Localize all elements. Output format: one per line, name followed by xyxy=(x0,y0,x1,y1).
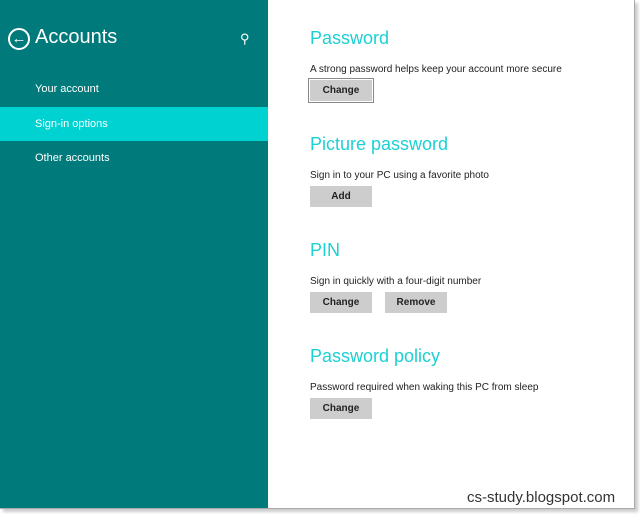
pin-description: Sign in quickly with a four-digit number xyxy=(310,276,482,287)
password-change-button[interactable]: Change xyxy=(308,78,374,103)
search-icon[interactable]: ⚲ xyxy=(240,31,250,47)
sidebar: ← Accounts ⚲ Your account Sign-in option… xyxy=(0,0,268,508)
sidebar-item-your-account[interactable]: Your account xyxy=(0,72,268,106)
picture-password-heading: Picture password xyxy=(310,134,449,154)
pin-change-button[interactable]: Change xyxy=(310,292,372,313)
back-arrow-icon[interactable]: ← xyxy=(8,28,30,50)
sidebar-item-other-accounts[interactable]: Other accounts xyxy=(0,141,268,175)
password-policy-heading: Password policy xyxy=(310,346,441,366)
password-policy-change-button[interactable]: Change xyxy=(310,398,372,419)
pin-heading: PIN xyxy=(310,240,341,260)
password-heading: Password xyxy=(310,28,390,48)
password-policy-description: Password required when waking this PC fr… xyxy=(310,382,539,393)
watermark: cs-study.blogspot.com xyxy=(467,489,616,506)
picture-password-add-button[interactable]: Add xyxy=(310,186,372,207)
sidebar-item-sign-in-options[interactable]: Sign-in options xyxy=(0,107,268,141)
page-title: Accounts xyxy=(35,26,118,48)
settings-window: ← Accounts ⚲ Your account Sign-in option… xyxy=(0,0,635,509)
password-description: A strong password helps keep your accoun… xyxy=(310,64,562,75)
picture-password-description: Sign in to your PC using a favorite phot… xyxy=(310,170,489,181)
pin-remove-button[interactable]: Remove xyxy=(385,292,447,313)
